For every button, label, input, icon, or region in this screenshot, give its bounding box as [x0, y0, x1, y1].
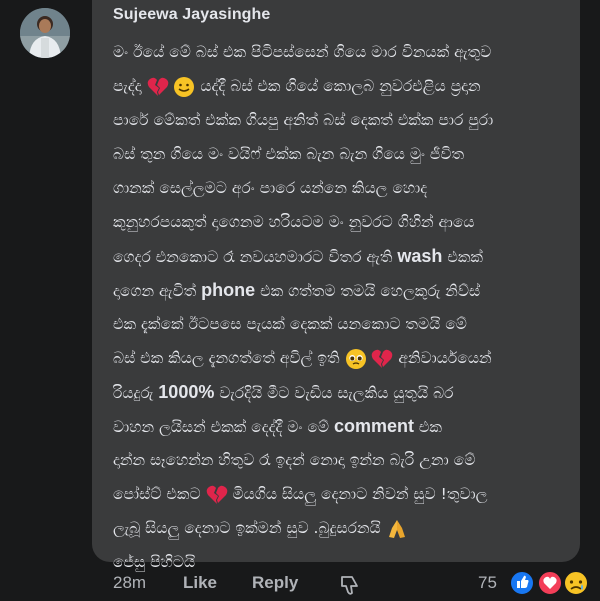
reply-button[interactable]: Reply: [252, 573, 298, 593]
comment-line: බස් එක කියල දැනගත්තේ අවිල් ඉති අනිවාර්යය…: [113, 341, 573, 375]
comment-text: මං ඊයේ මේ බස් එක පිටිපස්සෙන් ගියෙ මාර වි…: [113, 35, 573, 579]
comment-line: වාහන ලයිසන් එකක් දෙද්දී මං මේ comment එක: [113, 416, 442, 436]
broken-heart-icon: [206, 485, 227, 504]
comment-line: දාගෙන ඇවිත් phone එක ගත්තම තමයි හෙලකුරු …: [113, 280, 481, 300]
thumbs-down-icon[interactable]: [339, 574, 361, 601]
comment-line: එක දැක්කේ ඊටපසෙ පැයක් දෙකක් යනකොට තමයි ම…: [113, 315, 467, 333]
word-wash: wash: [397, 246, 443, 266]
smiley-icon: [174, 76, 195, 97]
sad-reaction-icon: [563, 570, 589, 596]
like-button[interactable]: Like: [183, 573, 217, 593]
reaction-count[interactable]: 75: [478, 573, 497, 593]
folded-hands-icon: [388, 519, 405, 538]
comment-line: කුනුහරපයකුත් දාගෙනම හරියටම මං නුවරට ගිහි…: [113, 213, 475, 231]
comment-line: ගෙදර එනකොට රෑ නවයහමාරට විතර ඇති wash එකක…: [113, 246, 483, 266]
comment-line: රියදුරු 1000% වැරදියි මීට වැඩිය සැලකිය ය…: [113, 382, 454, 402]
broken-heart-icon: [147, 77, 168, 96]
word-percent: 1000%: [158, 382, 215, 402]
comment-time[interactable]: 28m: [113, 573, 146, 593]
comment-line: බස් තුන ගියෙ මං වයිෆ් එක්ක බැන බැන ගියෙ …: [113, 145, 465, 163]
reaction-icons[interactable]: [508, 566, 592, 600]
word-phone: phone: [201, 280, 256, 300]
comment-line: ලැබූ සියලු දෙනාට ඉක්මන් සුව .බුදුසරනයි: [113, 511, 573, 545]
comment-line: පැද්දා යද්දී බස් එක ගියේ කොලබ නුවරඑළිය ප…: [113, 69, 573, 103]
love-reaction-icon: [537, 570, 563, 596]
comment-line: මං ඊයේ මේ බස් එක පිටිපස්සෙන් ගියෙ මාර වි…: [113, 43, 492, 61]
comment-line: ගානක් සෙල්ලමට අරං පාරෙ යන්නෙ කියල හොද: [113, 179, 428, 197]
comment-line: පාරේ මේකත් එක්ක ගියපු අනිත් බස් දෙකත් එක…: [113, 111, 494, 129]
broken-heart-icon: [372, 349, 393, 368]
avatar-image: [20, 8, 70, 58]
avatar[interactable]: [20, 8, 70, 58]
author-name[interactable]: Sujeewa Jayasinghe: [113, 6, 270, 24]
like-reaction-icon: [509, 570, 535, 596]
pleading-face-icon: [345, 348, 366, 369]
word-comment: comment: [333, 416, 414, 436]
comment-line: දාන්න සෑහෙන්න හිතුව රෑ ඉදන් නොදා ඉන්න බැ…: [113, 451, 476, 469]
comment-line: පෝස්ට් එකට මියගිය සියලු දෙනාට නිවන් සුව …: [113, 485, 488, 504]
